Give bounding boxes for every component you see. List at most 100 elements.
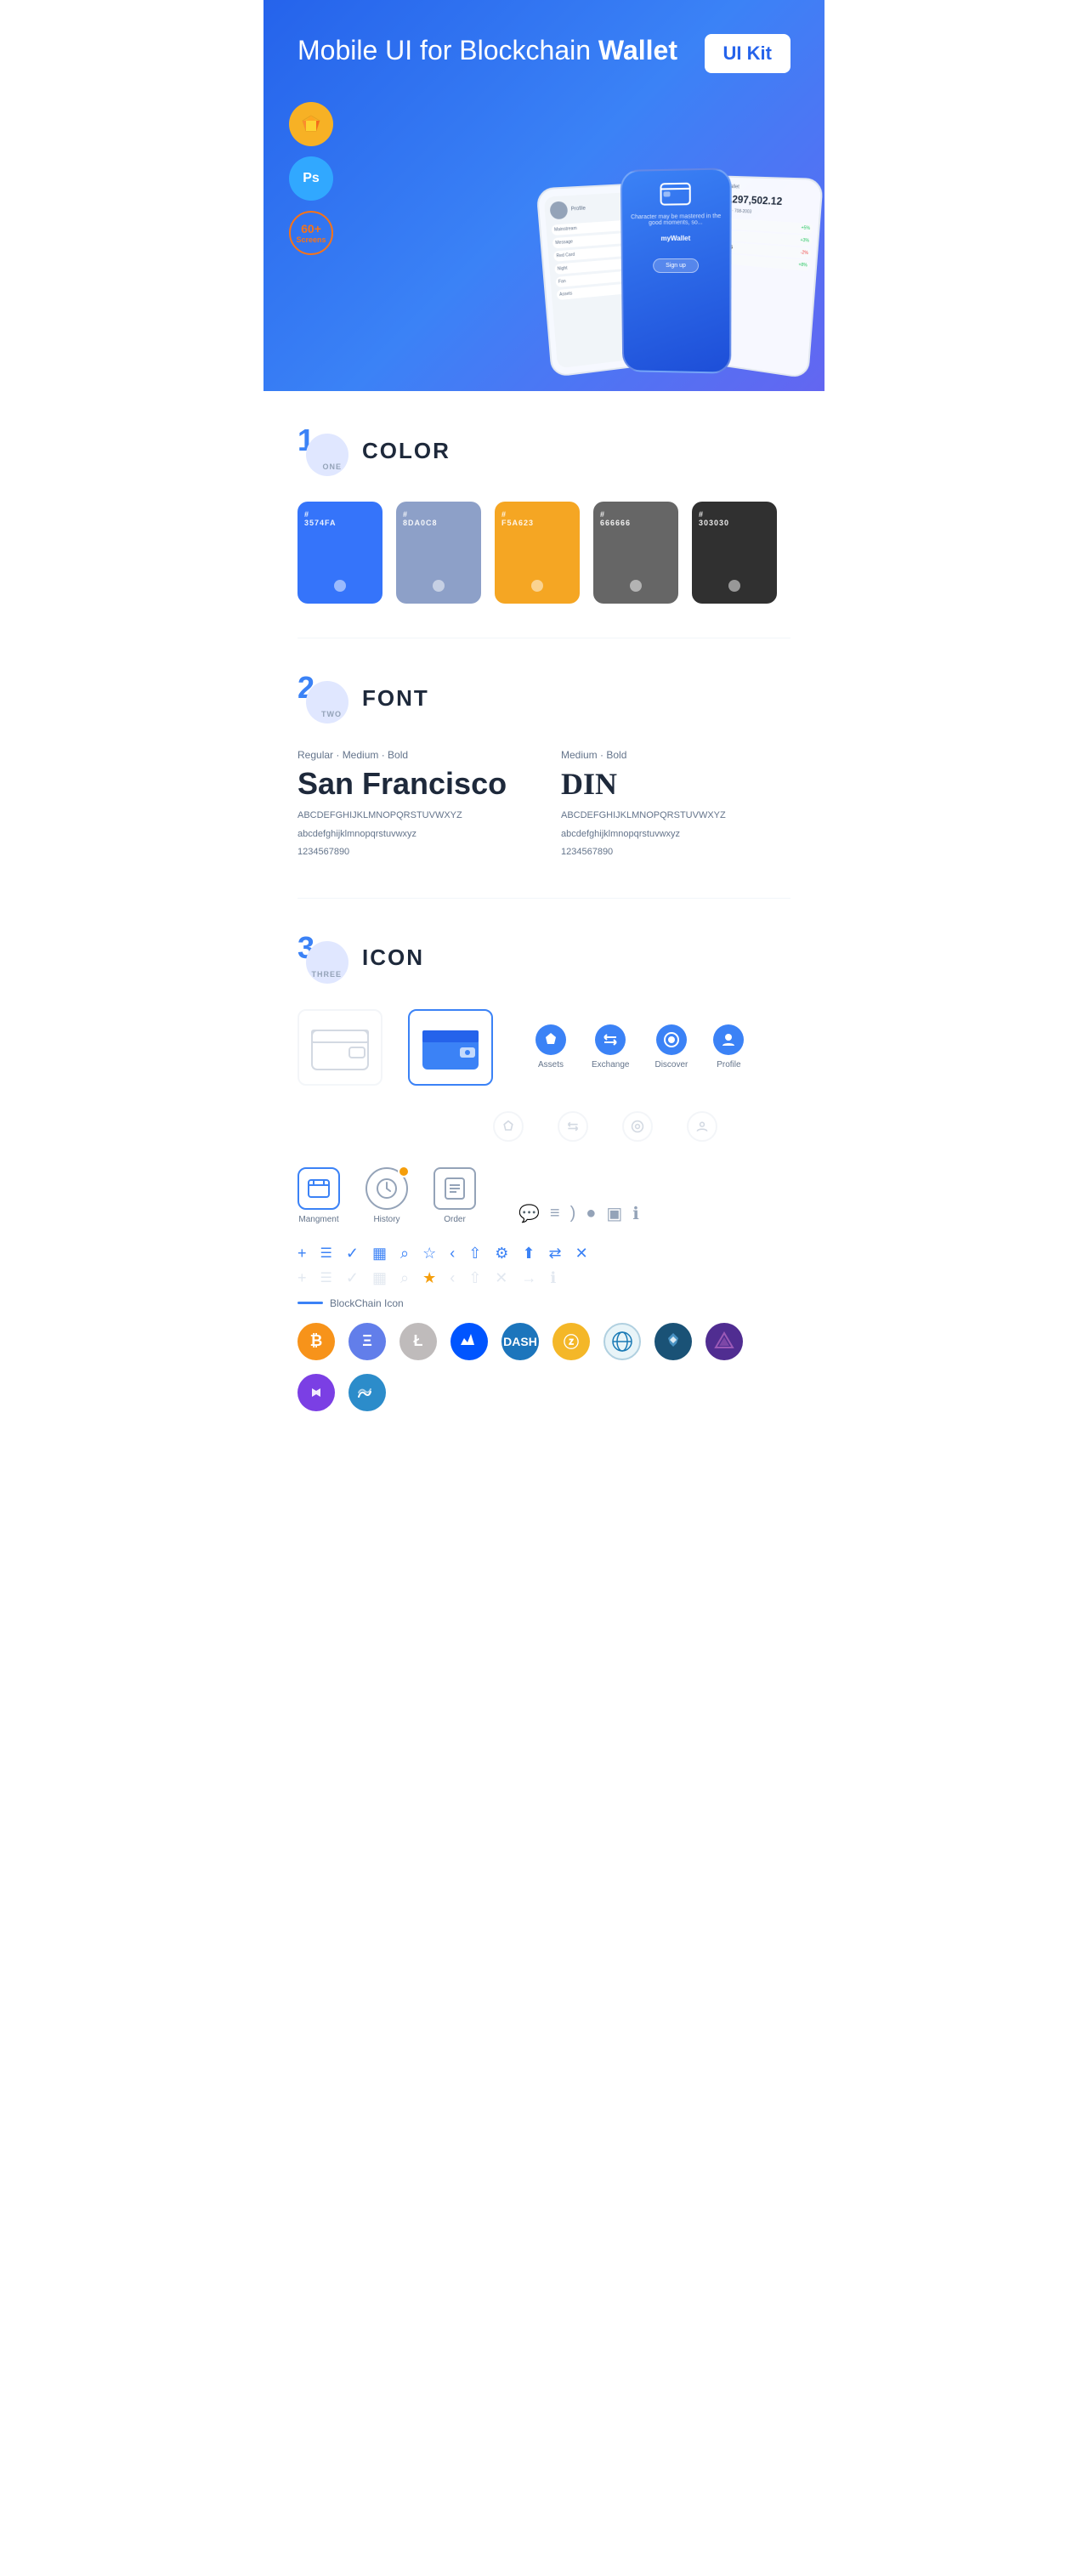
exchange-icon <box>595 1024 626 1055</box>
circle-icon: ● <box>586 1204 596 1223</box>
x-outline-icon: ✕ <box>495 1269 507 1287</box>
phone-mockups: Profile Mainstream Message Red Card Nigh… <box>544 170 816 374</box>
section-number-3: 3 THREE <box>298 933 348 984</box>
network-icon <box>604 1323 641 1360</box>
check-icon[interactable]: ✓ <box>346 1245 359 1262</box>
star-icon[interactable]: ☆ <box>422 1245 436 1262</box>
chat-icon: 💬 <box>518 1203 540 1224</box>
nav-icons-outline-row <box>493 1111 790 1142</box>
history-icon-item: History <box>366 1167 408 1224</box>
phone-middle: Character may be mastered in the good mo… <box>620 167 732 373</box>
app-icons-row: Mangment History Order <box>298 1167 790 1224</box>
sf-name: San Francisco <box>298 766 527 802</box>
sf-lower: abcdefghijklmnopqrstuvwxyz <box>298 827 527 843</box>
history-label: History <box>373 1215 400 1224</box>
swatch-gray: #666666 <box>593 502 678 604</box>
management-label: Mangment <box>298 1215 338 1224</box>
assets-icon <box>536 1024 566 1055</box>
font-section: 2 TWO FONT Regular · Medium · Bold San F… <box>264 638 824 898</box>
profile-icon <box>713 1024 744 1055</box>
swatch-blue: #3574FA <box>298 502 382 604</box>
color-swatches: #3574FA #8DA0C8 #F5A623 #666666 #303030 <box>298 502 790 604</box>
color-section-header: 1 ONE COLOR <box>298 425 790 476</box>
history-badge <box>398 1166 410 1177</box>
din-name: DIN <box>561 766 790 802</box>
info-outline-icon: ℹ <box>550 1269 556 1287</box>
nav-icons-col3: Discover <box>654 1024 688 1070</box>
plus-icon[interactable]: + <box>298 1245 307 1262</box>
zcash-icon: ⓩ <box>552 1323 590 1360</box>
litecoin-icon: Ł <box>400 1323 437 1360</box>
din-nums: 1234567890 <box>561 845 790 860</box>
wallet-outline-icon <box>298 1009 382 1086</box>
din-upper: ABCDEFGHIJKLMNOPQRSTUVWXYZ <box>561 809 790 824</box>
swatch-dark: #303030 <box>692 502 777 604</box>
check-outline-icon: ✓ <box>346 1269 359 1287</box>
search-icon[interactable]: ⌕ <box>400 1245 409 1262</box>
list-edit-icon[interactable]: ☰ <box>320 1245 332 1262</box>
blockchain-label: BlockChain Icon <box>298 1297 790 1309</box>
qr-icon[interactable]: ▦ <box>372 1245 387 1262</box>
ps-badge: Ps <box>289 156 333 201</box>
profile-label: Profile <box>717 1060 740 1070</box>
section-number-2: 2 TWO <box>298 672 348 723</box>
font-title: FONT <box>362 685 429 712</box>
font-section-header: 2 TWO FONT <box>298 672 790 723</box>
blockchain-line <box>298 1302 323 1304</box>
profile-icon-item: Profile <box>713 1024 744 1070</box>
close-icon[interactable]: ✕ <box>575 1245 588 1262</box>
assets-outline <box>493 1111 524 1142</box>
gear-icon[interactable]: ⚙ <box>495 1245 508 1262</box>
exchange-outline <box>558 1111 588 1142</box>
tool-icons-row1: + ☰ ✓ ▦ ⌕ ☆ ‹ ⇧ ⚙ ⬆ ⇄ ✕ <box>298 1245 790 1262</box>
steem-icon <box>654 1323 692 1360</box>
screens-badge: 60+ Screens <box>289 211 333 255</box>
arrow-outline-icon: ⇧ <box>468 1269 481 1287</box>
exchange-icon-item: Exchange <box>592 1024 629 1070</box>
nav-icons-col4: Profile <box>713 1024 744 1070</box>
tool-icons-section: + ☰ ✓ ▦ ⌕ ☆ ‹ ⇧ ⚙ ⬆ ⇄ ✕ + ☰ ✓ ▦ ⌕ ★ ‹ ⇧ … <box>298 1245 790 1287</box>
font-grid: Regular · Medium · Bold San Francisco AB… <box>298 749 790 864</box>
sf-upper: ABCDEFGHIJKLMNOPQRSTUVWXYZ <box>298 809 527 824</box>
blockchain-text: BlockChain Icon <box>330 1297 404 1309</box>
search-outline-icon: ⌕ <box>400 1269 409 1287</box>
wallet-icons-row: Assets Exchange Discover <box>298 1009 790 1086</box>
discover-label: Discover <box>654 1060 688 1070</box>
order-icon-item: Order <box>434 1167 476 1224</box>
swatch-slate: #8DA0C8 <box>396 502 481 604</box>
assets-label: Assets <box>538 1060 564 1070</box>
font-sf: Regular · Medium · Bold San Francisco AB… <box>298 749 527 864</box>
din-weights: Medium · Bold <box>561 749 790 761</box>
icon-title: ICON <box>362 945 424 971</box>
moon-icon: ) <box>570 1204 576 1223</box>
tool-icons-row2: + ☰ ✓ ▦ ⌕ ★ ‹ ⇧ ✕ → ℹ <box>298 1269 790 1287</box>
waves2-icon <box>348 1374 386 1411</box>
layers-icon: ≡ <box>550 1204 560 1223</box>
nav-icons-col2: Exchange <box>592 1024 629 1070</box>
swap-icon[interactable]: ⇄ <box>549 1245 562 1262</box>
wallet-filled-icon <box>408 1009 493 1086</box>
dash-icon: DASH <box>502 1323 539 1360</box>
discover-icon-item: Discover <box>654 1024 688 1070</box>
discover-outline <box>622 1111 653 1142</box>
ui-kit-badge: UI Kit <box>705 34 790 73</box>
chevron-left-icon[interactable]: ‹ <box>450 1245 455 1262</box>
order-label: Order <box>444 1215 466 1224</box>
crypto-icons: ₿ Ξ Ł DASH ⓩ <box>298 1323 790 1411</box>
chevron-outline-icon: ‹ <box>450 1269 455 1287</box>
arrow2-outline-icon: → <box>521 1269 536 1287</box>
management-icon <box>298 1167 340 1210</box>
profile-outline <box>687 1111 717 1142</box>
management-icon-item: Mangment <box>298 1167 340 1224</box>
msg-icon: ▣ <box>606 1203 622 1224</box>
list-edit-outline-icon: ☰ <box>320 1269 332 1286</box>
nav-icons-filled: Assets <box>536 1024 566 1070</box>
polygon-icon <box>298 1374 335 1411</box>
qr-outline-icon: ▦ <box>372 1269 387 1287</box>
icon-section-header: 3 THREE ICON <box>298 933 790 984</box>
sketch-badge <box>289 102 333 146</box>
share-icon[interactable]: ⇧ <box>468 1245 481 1262</box>
color-title: COLOR <box>362 438 450 464</box>
upload-icon[interactable]: ⬆ <box>522 1245 535 1262</box>
icon-section: 3 THREE ICON <box>264 899 824 1445</box>
